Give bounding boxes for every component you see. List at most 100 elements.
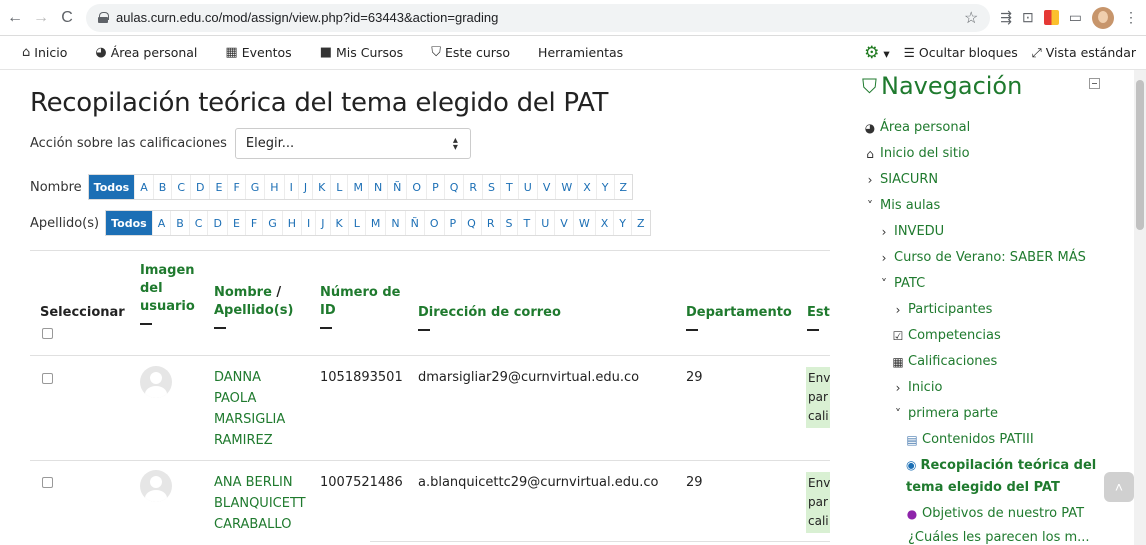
firstname-letter-H[interactable]: H bbox=[264, 175, 283, 199]
firstname-letter-S[interactable]: S bbox=[482, 175, 500, 199]
firstname-letter-F[interactable]: F bbox=[227, 175, 244, 199]
firstname-letter-A[interactable]: A bbox=[134, 175, 153, 199]
lastname-letter-I[interactable]: I bbox=[301, 211, 315, 235]
firstname-letter-I[interactable]: I bbox=[283, 175, 298, 199]
lastname-todos[interactable]: Todos bbox=[106, 211, 152, 235]
nav-cuales-link[interactable]: ¿Cuáles les parecen los m... bbox=[908, 530, 1090, 545]
firstname-letter-M[interactable]: M bbox=[347, 175, 368, 199]
lastname-letter-Ñ[interactable]: Ñ bbox=[404, 211, 424, 235]
firstname-letter-O[interactable]: O bbox=[406, 175, 426, 199]
firstname-letter-Ñ[interactable]: Ñ bbox=[387, 175, 406, 199]
sort-nombre-link[interactable]: Nombre bbox=[214, 285, 272, 300]
row-checkbox[interactable] bbox=[42, 477, 53, 488]
lastname-letter-T[interactable]: T bbox=[517, 211, 535, 235]
lastname-letter-N[interactable]: N bbox=[385, 211, 404, 235]
back-icon[interactable]: ← bbox=[4, 7, 26, 29]
nav-inicio[interactable]: ⌂ Inicio bbox=[22, 45, 67, 60]
nav-eventos[interactable]: ▦ Eventos bbox=[225, 45, 291, 60]
header-imagen[interactable]: Imagen del usuario bbox=[140, 262, 195, 325]
firstname-letter-G[interactable]: G bbox=[244, 175, 265, 199]
nav-calificaciones-link[interactable]: ▦ Calificaciones bbox=[892, 354, 997, 369]
nav-patc-link[interactable]: ˅ PATC bbox=[878, 276, 925, 291]
firstname-letter-J[interactable]: J bbox=[297, 175, 312, 199]
firstname-letter-W[interactable]: W bbox=[555, 175, 577, 199]
firstname-letter-B[interactable]: B bbox=[152, 175, 172, 199]
cast-icon[interactable]: ⊡ bbox=[1022, 9, 1034, 26]
lastname-letter-L[interactable]: L bbox=[347, 211, 365, 235]
ocultar-bloques-button[interactable]: ☰ Ocultar bloques bbox=[904, 45, 1018, 60]
bookmark-star-icon[interactable]: ☆ bbox=[964, 8, 978, 28]
collapse-dash-icon[interactable] bbox=[140, 323, 152, 325]
nav-objetivos-link[interactable]: ● Objetivos de nuestro PAT bbox=[906, 506, 1084, 521]
lastname-letter-X[interactable]: X bbox=[594, 211, 614, 235]
nav-primera-parte-link[interactable]: ˅ primera parte bbox=[892, 406, 998, 421]
nav-mis-cursos[interactable]: ■ Mis Cursos bbox=[320, 45, 404, 60]
nav-mis-aulas-link[interactable]: ˅ Mis aulas bbox=[864, 198, 940, 213]
lastname-letter-G[interactable]: G bbox=[262, 211, 282, 235]
firstname-letter-U[interactable]: U bbox=[517, 175, 537, 199]
office-extension-icon[interactable] bbox=[1043, 10, 1059, 25]
header-numero-id[interactable]: Número de ID bbox=[320, 284, 401, 329]
nav-competencias-link[interactable]: ☑ Competencias bbox=[892, 328, 1001, 343]
window-icon[interactable]: ▭ bbox=[1069, 9, 1082, 26]
reload-icon[interactable]: C bbox=[56, 7, 78, 29]
user-name-link[interactable]: DANNA PAOLA MARSIGLIA RAMIREZ bbox=[214, 367, 285, 451]
header-correo[interactable]: Dirección de correo bbox=[418, 304, 561, 331]
nav-invedu-link[interactable]: › INVEDU bbox=[878, 224, 945, 239]
lastname-letter-S[interactable]: S bbox=[499, 211, 518, 235]
firstname-letter-R[interactable]: R bbox=[463, 175, 482, 199]
lastname-letter-H[interactable]: H bbox=[281, 211, 301, 235]
nav-este-curso[interactable]: ⛉ Este curso bbox=[431, 45, 510, 60]
nav-inicio-link[interactable]: › Inicio bbox=[892, 380, 943, 395]
lastname-letter-W[interactable]: W bbox=[572, 211, 595, 235]
lastname-letter-P[interactable]: P bbox=[443, 211, 462, 235]
collapse-dash-icon[interactable] bbox=[418, 329, 430, 331]
lastname-letter-A[interactable]: A bbox=[151, 211, 171, 235]
lastname-letter-Q[interactable]: Q bbox=[461, 211, 481, 235]
select-all-checkbox[interactable] bbox=[42, 328, 53, 339]
scroll-to-top-button[interactable]: ˄ bbox=[1104, 472, 1134, 502]
nav-recopilacion-link[interactable]: ◉ Recopilación teórica del tema elegido de… bbox=[906, 454, 1106, 499]
firstname-letter-X[interactable]: X bbox=[577, 175, 596, 199]
nav-curso-verano-link[interactable]: › Curso de Verano: SABER MÁS bbox=[878, 250, 1086, 265]
firstname-letter-V[interactable]: V bbox=[536, 175, 556, 199]
collapse-dash-icon[interactable] bbox=[686, 329, 698, 331]
firstname-letter-T[interactable]: T bbox=[500, 175, 518, 199]
lastname-letter-C[interactable]: C bbox=[188, 211, 208, 235]
firstname-letter-Q[interactable]: Q bbox=[443, 175, 464, 199]
lastname-letter-E[interactable]: E bbox=[226, 211, 245, 235]
nav-inicio-sitio-link[interactable]: ⌂ Inicio del sitio bbox=[864, 146, 969, 161]
nav-herramientas[interactable]: Herramientas bbox=[538, 45, 623, 60]
lastname-letter-K[interactable]: K bbox=[329, 211, 348, 235]
collapse-dash-icon[interactable] bbox=[807, 329, 819, 331]
lastname-letter-O[interactable]: O bbox=[423, 211, 444, 235]
lastname-letter-U[interactable]: U bbox=[535, 211, 554, 235]
extension-icon[interactable]: ⇶ bbox=[1000, 9, 1012, 26]
lastname-letter-J[interactable]: J bbox=[315, 211, 329, 235]
lastname-letter-M[interactable]: M bbox=[364, 211, 386, 235]
horizontal-scrollbar[interactable] bbox=[370, 541, 830, 542]
firstname-letter-Z[interactable]: Z bbox=[613, 175, 633, 199]
firstname-letter-N[interactable]: N bbox=[367, 175, 387, 199]
header-departamento[interactable]: Departamento bbox=[686, 304, 792, 331]
firstname-letter-E[interactable]: E bbox=[209, 175, 227, 199]
firstname-letter-L[interactable]: L bbox=[330, 175, 347, 199]
vista-estandar-button[interactable]: ⤢ Vista estándar bbox=[1032, 45, 1136, 61]
lastname-letter-Z[interactable]: Z bbox=[630, 211, 650, 235]
firstname-letter-K[interactable]: K bbox=[312, 175, 330, 199]
nav-participantes-link[interactable]: › Participantes bbox=[892, 302, 993, 317]
address-bar[interactable]: aulas.curn.edu.co/mod/assign/view.php?id… bbox=[86, 3, 991, 32]
menu-dots-icon[interactable]: ⋮ bbox=[1124, 9, 1138, 26]
lastname-letter-R[interactable]: R bbox=[480, 211, 500, 235]
sort-apellido-link[interactable]: Apellido(s) bbox=[214, 303, 293, 318]
action-select[interactable]: Elegir... ▴ ▾ bbox=[234, 128, 471, 159]
settings-menu[interactable]: ⚙ ▾ bbox=[864, 43, 890, 63]
nav-contenidos-link[interactable]: ▤ Contenidos PATIII bbox=[906, 432, 1033, 447]
lastname-letter-B[interactable]: B bbox=[170, 211, 189, 235]
nav-siacurn-link[interactable]: › SIACURN bbox=[864, 172, 939, 187]
nav-area-personal[interactable]: ◕ Área personal bbox=[95, 45, 197, 60]
nav-area-personal-link[interactable]: ◕ Área personal bbox=[864, 120, 970, 135]
collapse-dash-icon[interactable] bbox=[320, 327, 332, 329]
minimize-block-icon[interactable] bbox=[1089, 78, 1100, 89]
user-name-link[interactable]: ANA BERLIN BLANQUICETT CARABALLO bbox=[214, 472, 306, 535]
